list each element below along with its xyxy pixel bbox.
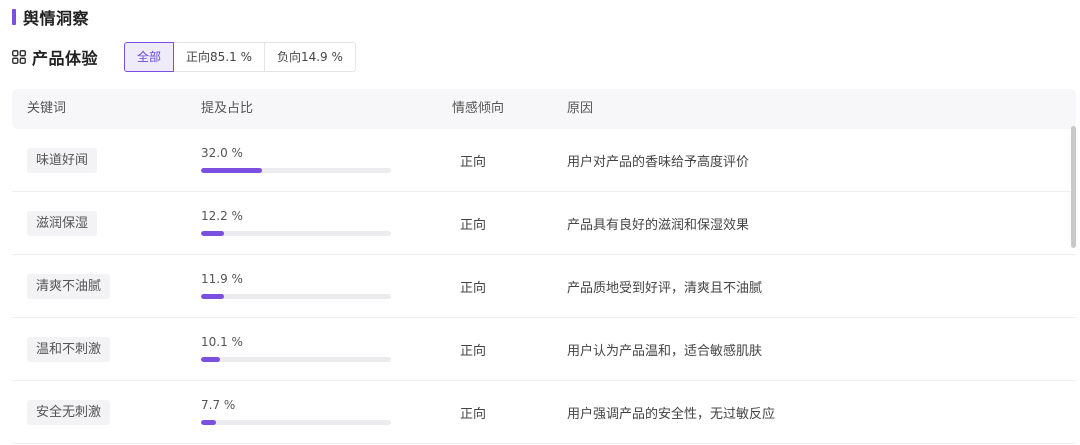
ratio-bar-fill <box>201 294 224 299</box>
ratio-label: 32.0 % <box>201 146 243 160</box>
ratio-label: 11.9 % <box>201 272 243 286</box>
ratio-bar-track <box>201 357 391 362</box>
ratio-label: 7.7 % <box>201 398 236 412</box>
sentiment-value: 正向 <box>460 218 487 233</box>
column-header-reason: 原因 <box>567 101 594 116</box>
keyword-tag: 滋润保湿 <box>27 211 98 236</box>
grid-icon <box>12 50 26 64</box>
reason-text: 用户强调产品的安全性，无过敏反应 <box>567 407 776 422</box>
table-row: 味道好闻 32.0 % 正向 用户对产品的香味给予高度评价 <box>12 129 1076 192</box>
keyword-tag: 安全无刺激 <box>27 400 111 425</box>
sentiment-value: 正向 <box>460 281 487 296</box>
tab-positive[interactable]: 正向85.1 % <box>173 42 265 72</box>
table-body[interactable]: 味道好闻 32.0 % 正向 用户对产品的香味给予高度评价 滋润保湿 12.2 … <box>12 129 1076 445</box>
column-header-ratio: 提及占比 <box>201 101 254 116</box>
sentiment-filter-tabs: 全部 正向85.1 % 负向14.9 % <box>124 42 356 72</box>
ratio-bar-track <box>201 231 391 236</box>
keyword-tag: 清爽不油腻 <box>27 274 111 299</box>
sentiment-value: 正向 <box>460 344 487 359</box>
sub-header: 产品体验 全部 正向85.1 % 负向14.9 % <box>12 42 356 72</box>
ratio-label: 12.2 % <box>201 209 243 223</box>
table-header: 关键词 提及占比 情感倾向 原因 <box>12 89 1076 129</box>
ratio-bar-track <box>201 168 391 173</box>
reason-text: 用户认为产品温和，适合敏感肌肤 <box>567 344 763 359</box>
sentiment-value: 正向 <box>460 407 487 422</box>
tab-negative[interactable]: 负向14.9 % <box>263 42 356 72</box>
ratio-bar-track <box>201 420 391 425</box>
reason-text: 用户对产品的香味给予高度评价 <box>567 155 750 170</box>
ratio-bar-fill <box>201 420 216 425</box>
ratio-bar-fill <box>201 357 221 362</box>
column-header-keyword: 关键词 <box>27 101 67 116</box>
vertical-scrollbar[interactable] <box>1071 126 1076 248</box>
table-row: 安全无刺激 7.7 % 正向 用户强调产品的安全性，无过敏反应 <box>12 381 1076 444</box>
table-row: 清爽不油腻 11.9 % 正向 产品质地受到好评，清爽且不油腻 <box>12 255 1076 318</box>
tab-all[interactable]: 全部 <box>124 42 175 72</box>
sub-title: 产品体验 <box>32 49 99 68</box>
section-header: 舆情洞察 <box>12 6 89 28</box>
table-row: 温和不刺激 10.1 % 正向 用户认为产品温和，适合敏感肌肤 <box>12 318 1076 381</box>
section-accent-bar <box>12 9 16 25</box>
keyword-tag: 温和不刺激 <box>27 337 111 362</box>
ratio-bar-track <box>201 294 391 299</box>
table-row: 滋润保湿 12.2 % 正向 产品具有良好的滋润和保湿效果 <box>12 192 1076 255</box>
ratio-bar-fill <box>201 231 225 236</box>
ratio-bar-fill <box>201 168 262 173</box>
section-title: 舆情洞察 <box>23 9 90 28</box>
reason-text: 产品具有良好的滋润和保湿效果 <box>567 218 750 233</box>
ratio-label: 10.1 % <box>201 335 243 349</box>
sentiment-value: 正向 <box>460 155 487 170</box>
sentiment-insight-panel: 舆情洞察 产品体验 全部 正向85.1 % 负向14.9 % 关键词 提及占比 … <box>0 0 1080 445</box>
reason-text: 产品质地受到好评，清爽且不油腻 <box>567 281 763 296</box>
column-header-sentiment: 情感倾向 <box>452 101 505 116</box>
keyword-tag: 味道好闻 <box>27 148 98 173</box>
